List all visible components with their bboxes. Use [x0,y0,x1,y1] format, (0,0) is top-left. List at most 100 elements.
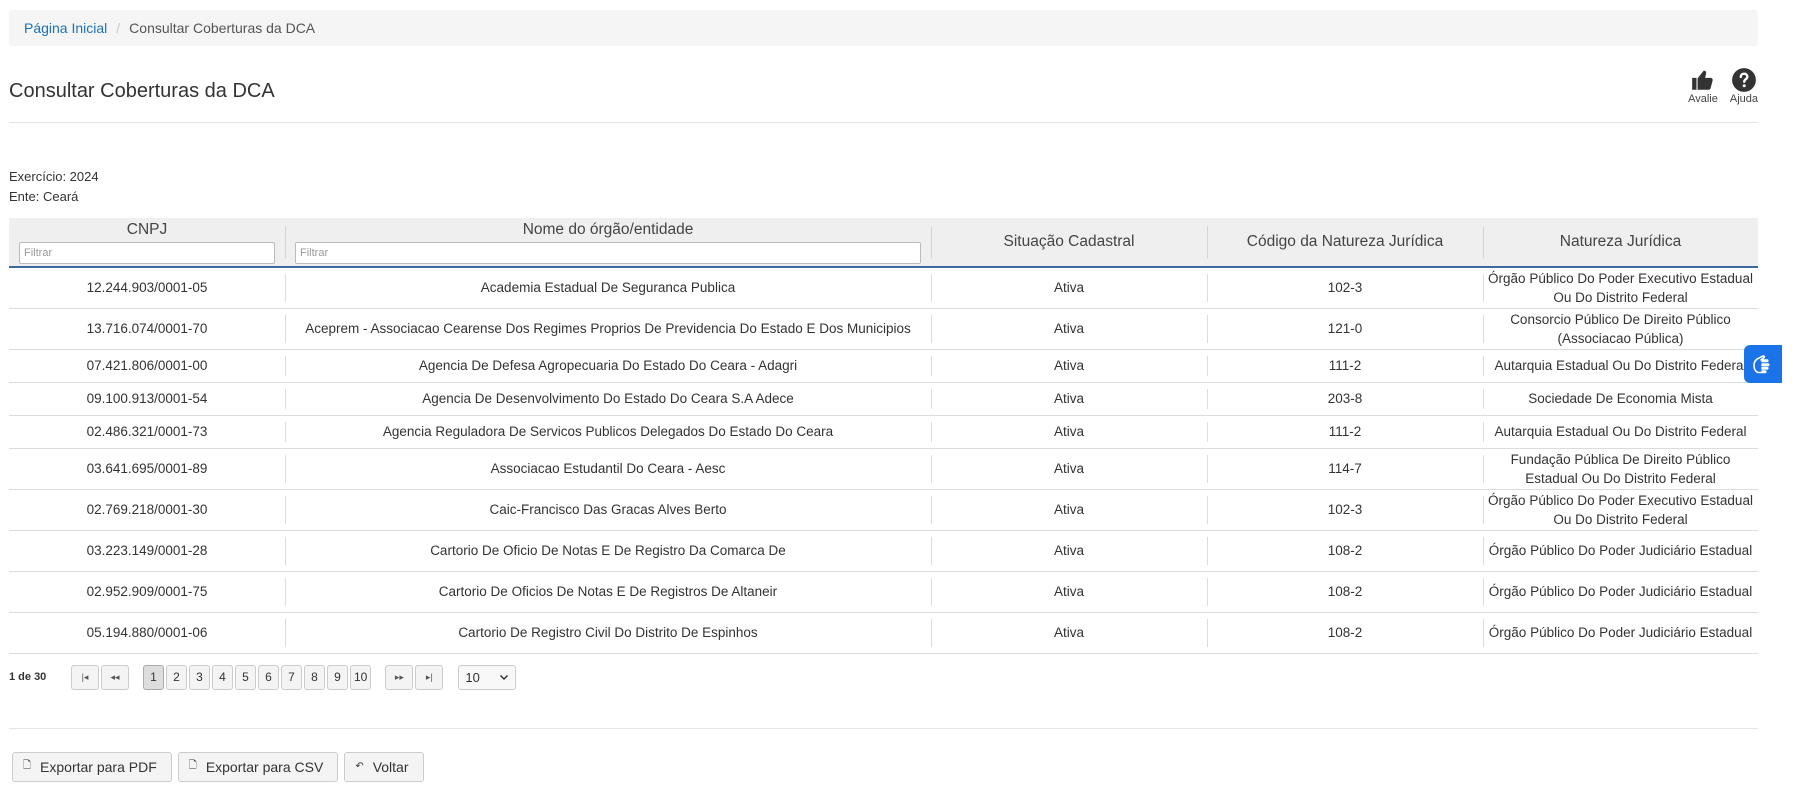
page-button-8[interactable]: 8 [304,664,325,690]
cell-cnpj: 03.641.695/0001-89 [9,448,285,490]
cell-codigo: 114-7 [1207,448,1483,490]
cell-natureza: Sociedade De Economia Mista [1483,382,1758,416]
table-row[interactable]: 02.952.909/0001-75 Cartorio De Oficios D… [9,571,1758,613]
exercicio-text: Exercício: 2024 [9,169,99,184]
cell-natureza: Consorcio Público De Direito Público (As… [1483,308,1758,350]
page-size-select[interactable]: 10 [458,664,517,690]
column-header-natureza[interactable]: Natureza Jurídica [1483,218,1758,268]
table-row[interactable]: 05.194.880/0001-06 Cartorio De Registro … [9,612,1758,654]
column-title-cnpj: CNPJ [126,220,168,238]
table-row[interactable]: 07.421.806/0001-00 Agencia De Defesa Agr… [9,349,1758,383]
thumbs-up-icon [1692,70,1713,90]
help-button[interactable]: Ajuda [1730,67,1758,105]
column-header-cnpj[interactable]: CNPJ [9,218,285,268]
page-header: Consultar Coberturas da DCA Avalie Ajuda [9,46,1758,123]
accessibility-widget-button[interactable] [1744,345,1782,383]
chevron-down-icon [500,674,509,681]
table-row[interactable]: 02.769.218/0001-30 Caic-Francisco Das Gr… [9,489,1758,531]
column-header-codigo[interactable]: Código da Natureza Jurídica [1207,218,1483,268]
table-row[interactable]: 13.716.074/0001-70 Aceprem - Associacao … [9,308,1758,350]
export-pdf-button[interactable]: 🗋 Exportar para PDF [12,751,172,782]
back-button[interactable]: ↶ Voltar [344,751,424,782]
cnpj-filter-input[interactable] [19,241,275,264]
cell-situacao: Ativa [931,530,1207,572]
cell-codigo: 102-3 [1207,489,1483,531]
page-button-7[interactable]: 7 [281,664,302,690]
table-row[interactable]: 03.223.149/0001-28 Cartorio De Oficio De… [9,530,1758,572]
breadcrumb-current: Consultar Coberturas da DCA [129,20,316,36]
cell-natureza: Autarquia Estadual Ou Do Distrito Federa… [1483,349,1758,383]
cell-situacao: Ativa [931,612,1207,654]
cell-situacao: Ativa [931,571,1207,613]
page-button-2[interactable]: 2 [166,664,187,690]
cell-codigo: 111-2 [1207,349,1483,383]
page-info: 1 de 30 [9,671,47,683]
breadcrumb-home-link[interactable]: Página Inicial [24,20,107,36]
cell-codigo: 102-3 [1207,267,1483,309]
cell-situacao: Ativa [931,267,1207,309]
header-actions: Avalie Ajuda [1688,67,1758,105]
column-header-nome[interactable]: Nome do órgão/entidade [285,218,931,268]
cell-nome: Caic-Francisco Das Gracas Alves Berto [285,489,931,531]
cell-nome: Academia Estadual De Seguranca Publica [285,267,931,309]
cell-natureza: Órgão Público Do Poder Judiciário Estadu… [1483,612,1758,654]
cell-situacao: Ativa [931,349,1207,383]
page-button-9[interactable]: 9 [327,664,348,690]
page-button-3[interactable]: 3 [189,664,210,690]
file-icon: 🗋 [23,760,32,771]
page-button-6[interactable]: 6 [258,664,279,690]
cell-cnpj: 02.486.321/0001-73 [9,415,285,449]
pagination: 1 de 30 |◂ ◂◂ 1 2 3 4 5 6 7 8 9 10 ▸▸ ▸|… [9,664,1758,690]
page-button-4[interactable]: 4 [212,664,233,690]
cell-cnpj: 12.244.903/0001-05 [9,267,285,309]
cell-cnpj: 05.194.880/0001-06 [9,612,285,654]
cell-codigo: 108-2 [1207,612,1483,654]
export-pdf-label: Exportar para PDF [40,758,157,775]
cell-nome: Agencia Reguladora De Servicos Publicos … [285,415,931,449]
cell-situacao: Ativa [931,415,1207,449]
cell-nome: Cartorio De Oficio De Notas E De Registr… [285,530,931,572]
cell-natureza: Autarquia Estadual Ou Do Distrito Federa… [1483,415,1758,449]
nome-filter-input[interactable] [295,241,921,264]
breadcrumb-separator: / [116,20,121,36]
page-button-1[interactable]: 1 [143,664,164,690]
page-title: Consultar Coberturas da DCA [9,80,275,102]
table-row[interactable]: 03.641.695/0001-89 Associacao Estudantil… [9,448,1758,490]
filter-info: Exercício: 2024 Ente: Ceará [9,167,1758,207]
sign-language-hands-icon [1753,355,1770,374]
ente-text: Ente: Ceará [9,189,79,204]
page-button-10[interactable]: 10 [350,664,372,690]
undo-arrow-icon: ↶ [355,761,364,772]
table-row[interactable]: 12.244.903/0001-05 Academia Estadual De … [9,267,1758,309]
cell-cnpj: 13.716.074/0001-70 [9,308,285,350]
prev-page-button[interactable]: ◂◂ [101,664,129,690]
cell-situacao: Ativa [931,448,1207,490]
cell-natureza: Órgão Público Do Poder Judiciário Estadu… [1483,571,1758,613]
question-circle-icon [1732,68,1756,92]
export-csv-button[interactable]: 🗋 Exportar para CSV [177,751,339,782]
table-row[interactable]: 02.486.321/0001-73 Agencia Reguladora De… [9,415,1758,449]
file-icon: 🗋 [188,760,197,771]
cell-nome: Agencia De Defesa Agropecuaria Do Estado… [285,349,931,383]
coverage-table: CNPJ Nome do órgão/entidade Situação Cad… [9,218,1758,654]
divider [9,727,1758,729]
cell-codigo: 108-2 [1207,571,1483,613]
cell-codigo: 203-8 [1207,382,1483,416]
cell-natureza: Órgão Público Do Poder Executivo Estadua… [1483,489,1758,531]
rate-button[interactable]: Avalie [1688,67,1718,105]
cell-codigo: 111-2 [1207,415,1483,449]
column-header-situacao[interactable]: Situação Cadastral [931,218,1207,268]
rate-label: Avalie [1688,93,1718,105]
cell-codigo: 121-0 [1207,308,1483,350]
table-row[interactable]: 09.100.913/0001-54 Agencia De Desenvolvi… [9,382,1758,416]
next-page-button[interactable]: ▸▸ [385,664,414,690]
help-label: Ajuda [1729,93,1758,105]
cell-cnpj: 02.769.218/0001-30 [9,489,285,531]
cell-natureza: Órgão Público Do Poder Judiciário Estadu… [1483,530,1758,572]
cell-cnpj: 09.100.913/0001-54 [9,382,285,416]
cell-natureza: Órgão Público Do Poder Executivo Estadua… [1483,267,1758,309]
last-page-button[interactable]: ▸| [415,664,444,690]
page-button-5[interactable]: 5 [235,664,256,690]
cell-codigo: 108-2 [1207,530,1483,572]
first-page-button[interactable]: |◂ [71,664,99,690]
